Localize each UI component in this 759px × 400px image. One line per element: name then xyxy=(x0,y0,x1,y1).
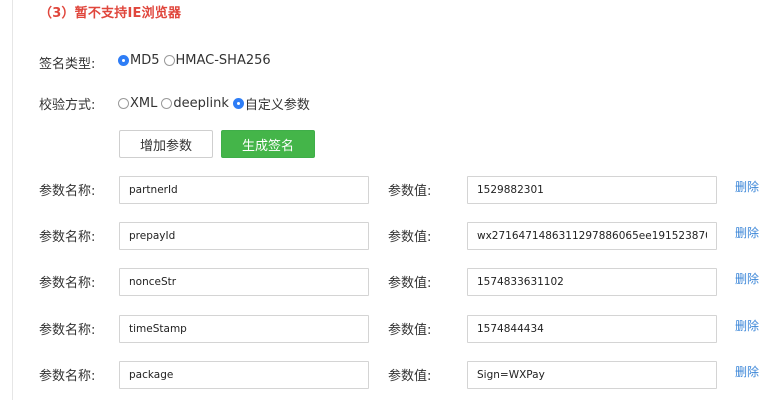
param-value-label: 参数值: xyxy=(388,323,432,338)
radio-checked-icon xyxy=(232,98,244,109)
delete-param-link[interactable]: 删除 xyxy=(735,317,759,334)
verify-mode-deeplink-label: deeplink xyxy=(173,96,229,111)
param-name-label: 参数名称: xyxy=(39,276,96,291)
delete-param-link[interactable]: 删除 xyxy=(735,363,759,380)
sign-type-hmac-radio[interactable]: HMAC-SHA256 xyxy=(163,53,271,68)
verify-mode-radio-group: XML deeplink 自定义参数 xyxy=(118,94,314,113)
param-row: 参数名称: 参数值: 删除 xyxy=(0,176,759,206)
add-param-button[interactable]: 增加参数 xyxy=(119,130,213,158)
param-name-label: 参数名称: xyxy=(39,369,96,384)
verify-mode-label: 校验方式: xyxy=(39,98,96,113)
param-value-input[interactable] xyxy=(467,361,717,389)
param-name-label: 参数名称: xyxy=(39,323,96,338)
delete-param-link[interactable]: 删除 xyxy=(735,178,759,195)
param-value-label: 参数值: xyxy=(388,369,432,384)
param-name-input[interactable] xyxy=(119,222,369,250)
generate-sign-button[interactable]: 生成签名 xyxy=(221,130,315,158)
radio-unchecked-icon xyxy=(163,55,175,66)
param-name-input[interactable] xyxy=(119,176,369,204)
verify-mode-custom-radio[interactable]: 自定义参数 xyxy=(232,94,310,113)
verify-mode-xml-label: XML xyxy=(130,96,158,111)
param-value-label: 参数值: xyxy=(388,184,432,199)
sign-type-radio-group: MD5 HMAC-SHA256 xyxy=(118,53,275,68)
verify-mode-xml-radio[interactable]: XML xyxy=(118,96,157,111)
param-row: 参数名称: 参数值: 删除 xyxy=(0,361,759,391)
radio-checked-icon xyxy=(118,55,129,66)
verify-mode-custom-label: 自定义参数 xyxy=(244,98,310,113)
sign-type-md5-radio[interactable]: MD5 xyxy=(118,53,160,68)
radio-unchecked-icon xyxy=(161,98,173,109)
param-row: 参数名称: 参数值: 删除 xyxy=(0,222,759,252)
param-name-input[interactable] xyxy=(119,268,369,296)
param-row: 参数名称: 参数值: 删除 xyxy=(0,315,759,345)
ie-not-supported-notice: （3）暂不支持IE浏览器 xyxy=(39,6,182,21)
param-value-input[interactable] xyxy=(467,176,717,204)
param-name-input[interactable] xyxy=(119,315,369,343)
sign-type-md5-label: MD5 xyxy=(130,53,160,68)
param-name-input[interactable] xyxy=(119,361,369,389)
radio-unchecked-icon xyxy=(118,98,129,109)
param-name-label: 参数名称: xyxy=(39,184,96,199)
param-value-input[interactable] xyxy=(467,222,717,250)
param-name-label: 参数名称: xyxy=(39,230,96,245)
param-value-input[interactable] xyxy=(467,268,717,296)
sign-type-hmac-label: HMAC-SHA256 xyxy=(175,53,271,68)
delete-param-link[interactable]: 删除 xyxy=(735,224,759,241)
param-value-label: 参数值: xyxy=(388,276,432,291)
param-value-label: 参数值: xyxy=(388,230,432,245)
param-row: 参数名称: 参数值: 删除 xyxy=(0,268,759,298)
param-value-input[interactable] xyxy=(467,315,717,343)
verify-mode-deeplink-radio[interactable]: deeplink xyxy=(161,96,229,111)
delete-param-link[interactable]: 删除 xyxy=(735,270,759,287)
sign-type-label: 签名类型: xyxy=(39,57,96,72)
